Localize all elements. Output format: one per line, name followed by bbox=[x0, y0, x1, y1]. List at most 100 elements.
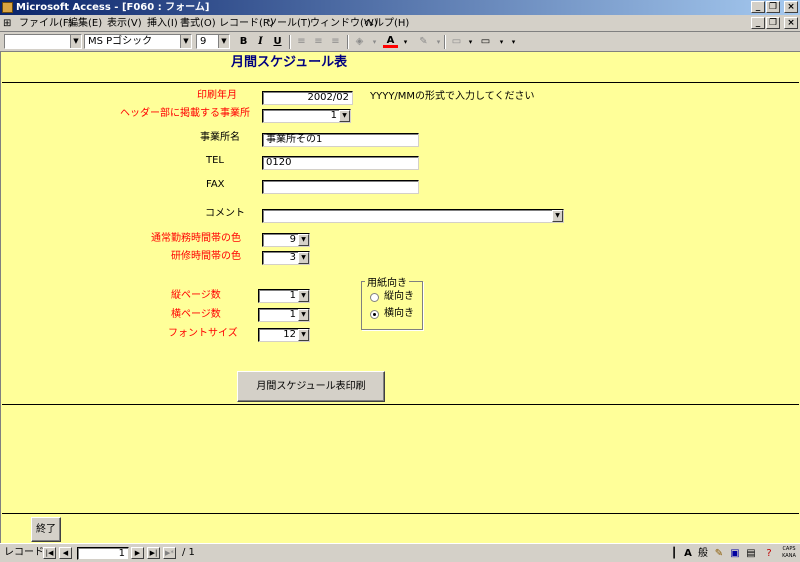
new-record-icon[interactable]: ▶* bbox=[163, 547, 176, 559]
form-menu-icon[interactable]: ⊞ bbox=[3, 15, 11, 32]
vertical-pages-combo[interactable]: 1 ▼ bbox=[258, 289, 310, 303]
ime-pad-icon[interactable]: ▣ bbox=[728, 546, 742, 561]
ime-tool-icon[interactable]: ✎ bbox=[712, 546, 726, 561]
print-schedule-button[interactable]: 月間スケジュール表印刷 bbox=[237, 371, 385, 402]
chevron-down-icon[interactable]: ▾ bbox=[398, 35, 413, 49]
caps-kana-indicator: CAPS KANA bbox=[782, 546, 796, 559]
bold-button[interactable]: B bbox=[236, 35, 251, 49]
footer-divider bbox=[2, 513, 799, 514]
record-number-field[interactable]: 1 bbox=[77, 547, 129, 560]
formatting-toolbar: ▼ MS Pゴシック ▼ 9 ▼ B I U ≡ ≡ ≡ ◈ ▾ A ▾ ✎ ▾… bbox=[0, 32, 800, 52]
align-right-icon[interactable]: ≡ bbox=[328, 35, 343, 49]
chevron-down-icon[interactable]: ▼ bbox=[298, 252, 309, 264]
print-month-label: 印刷年月 bbox=[197, 90, 237, 101]
header-divider bbox=[2, 82, 799, 83]
menu-tools[interactable]: ツール(T) bbox=[267, 15, 311, 32]
detail-divider bbox=[2, 404, 799, 405]
comment-combo[interactable]: ▼ bbox=[262, 209, 564, 223]
chevron-down-icon[interactable]: ▼ bbox=[298, 290, 309, 302]
ime-bar-icon[interactable]: ┃ bbox=[668, 546, 680, 561]
first-record-icon[interactable]: |◀ bbox=[43, 547, 56, 559]
window-titlebar: Microsoft Access - [F060 : フォーム] _ ❐ × bbox=[0, 0, 800, 15]
training-hours-color-label: 研修時間帯の色 bbox=[171, 251, 241, 262]
minimize-button[interactable]: _ bbox=[751, 1, 765, 13]
normal-hours-color-combo[interactable]: 9 ▼ bbox=[262, 233, 310, 247]
landscape-radio[interactable] bbox=[370, 310, 379, 319]
italic-button[interactable]: I bbox=[253, 35, 268, 49]
special-effect-icon[interactable]: ▭ bbox=[478, 35, 493, 49]
record-total: / 1 bbox=[182, 547, 195, 558]
menu-edit[interactable]: 編集(E) bbox=[68, 15, 102, 32]
print-month-hint: YYYY/MMの形式で入力してください bbox=[370, 91, 535, 102]
line-color-icon[interactable]: ✎ bbox=[416, 35, 431, 49]
next-record-icon[interactable]: ▶ bbox=[131, 547, 144, 559]
child-restore-button[interactable]: ❐ bbox=[766, 17, 780, 29]
child-minimize-button[interactable]: _ bbox=[751, 17, 765, 29]
tel-field[interactable]: 0120 bbox=[262, 156, 419, 170]
portrait-radio[interactable] bbox=[370, 293, 379, 302]
chevron-down-icon[interactable]: ▼ bbox=[298, 309, 309, 321]
menu-help[interactable]: ヘルプ(H) bbox=[364, 15, 409, 32]
print-month-field[interactable]: 2002/02 bbox=[262, 91, 353, 105]
menu-view[interactable]: 表示(V) bbox=[107, 15, 142, 32]
ime-help-icon[interactable]: ? bbox=[762, 546, 776, 561]
close-button[interactable]: × bbox=[784, 1, 798, 13]
menu-file[interactable]: ファイル(F) bbox=[19, 15, 73, 32]
ime-mode-icon[interactable]: A bbox=[681, 546, 695, 561]
menu-records[interactable]: レコード(R) bbox=[219, 15, 274, 32]
header-office-label: ヘッダー部に掲載する事業所 bbox=[120, 108, 250, 119]
ime-conversion-label[interactable]: 般 bbox=[696, 546, 710, 561]
last-record-icon[interactable]: ▶| bbox=[147, 547, 160, 559]
align-left-icon[interactable]: ≡ bbox=[294, 35, 309, 49]
font-size-combo[interactable]: 9 ▼ bbox=[196, 34, 230, 49]
window-title: Microsoft Access - [F060 : フォーム] bbox=[16, 2, 210, 13]
portrait-label[interactable]: 縦向き bbox=[384, 290, 414, 304]
menu-format[interactable]: 書式(O) bbox=[180, 15, 216, 32]
chevron-down-icon: ▼ bbox=[70, 35, 81, 48]
record-navigation-bar: レコード: |◀ ◀ 1 ▶ ▶| ▶* / 1 ┃ A 般 ✎ ▣ ▤ ? C… bbox=[0, 543, 800, 562]
font-name-combo[interactable]: MS Pゴシック ▼ bbox=[84, 34, 192, 49]
training-hours-color-combo[interactable]: 3 ▼ bbox=[262, 251, 310, 265]
tel-label: TEL bbox=[206, 155, 224, 166]
chevron-down-icon[interactable]: ▾ bbox=[367, 35, 382, 49]
header-office-combo[interactable]: 1 ▼ bbox=[262, 109, 351, 123]
ime-dictionary-icon[interactable]: ▤ bbox=[744, 546, 758, 561]
access-key-icon bbox=[2, 2, 13, 13]
office-name-field[interactable]: 事業所その1 bbox=[262, 133, 419, 147]
fax-label: FAX bbox=[206, 179, 225, 190]
menu-bar: ⊞ ファイル(F) 編集(E) 表示(V) 挿入(I) 書式(O) レコード(R… bbox=[0, 15, 800, 32]
page-title: 月間スケジュール表 bbox=[231, 55, 348, 70]
office-name-label: 事業所名 bbox=[200, 132, 240, 143]
child-close-button[interactable]: × bbox=[784, 17, 798, 29]
border-width-icon[interactable]: ▭ bbox=[449, 35, 464, 49]
normal-hours-color-label: 通常勤務時間帯の色 bbox=[151, 233, 241, 244]
font-color-icon[interactable]: A bbox=[383, 35, 398, 48]
underline-button[interactable]: U bbox=[270, 35, 285, 49]
exit-button[interactable]: 終了 bbox=[31, 517, 61, 542]
horizontal-pages-combo[interactable]: 1 ▼ bbox=[258, 308, 310, 322]
chevron-down-icon[interactable]: ▾ bbox=[463, 35, 478, 49]
record-label: レコード: bbox=[4, 547, 48, 558]
horizontal-pages-label: 横ページ数 bbox=[171, 309, 221, 320]
object-combo[interactable]: ▼ bbox=[4, 34, 82, 49]
chevron-down-icon[interactable]: ▼ bbox=[339, 110, 350, 122]
form-area: 月間スケジュール表 印刷年月 2002/02 YYYY/MMの形式で入力してくだ… bbox=[0, 52, 800, 543]
chevron-down-icon[interactable]: ▼ bbox=[298, 234, 309, 246]
orientation-group-label: 用紙向き bbox=[365, 274, 409, 289]
comment-label: コメント bbox=[205, 208, 245, 219]
fax-field[interactable] bbox=[262, 180, 419, 194]
menu-insert[interactable]: 挿入(I) bbox=[147, 15, 178, 32]
previous-record-icon[interactable]: ◀ bbox=[59, 547, 72, 559]
chevron-down-icon: ▼ bbox=[180, 35, 191, 48]
fill-color-icon[interactable]: ◈ bbox=[352, 35, 367, 49]
align-center-icon[interactable]: ≡ bbox=[311, 35, 326, 49]
chevron-down-icon[interactable]: ▼ bbox=[552, 210, 563, 222]
chevron-down-icon[interactable]: ▼ bbox=[298, 329, 309, 341]
restore-button[interactable]: ❐ bbox=[766, 1, 780, 13]
font-size-label: フォントサイズ bbox=[168, 328, 238, 339]
chevron-down-icon: ▼ bbox=[218, 35, 229, 48]
vertical-pages-label: 縦ページ数 bbox=[171, 290, 221, 301]
landscape-label[interactable]: 横向き bbox=[384, 307, 414, 321]
font-size-combo[interactable]: 12 ▼ bbox=[258, 328, 310, 342]
chevron-down-icon[interactable]: ▾ bbox=[506, 35, 521, 49]
